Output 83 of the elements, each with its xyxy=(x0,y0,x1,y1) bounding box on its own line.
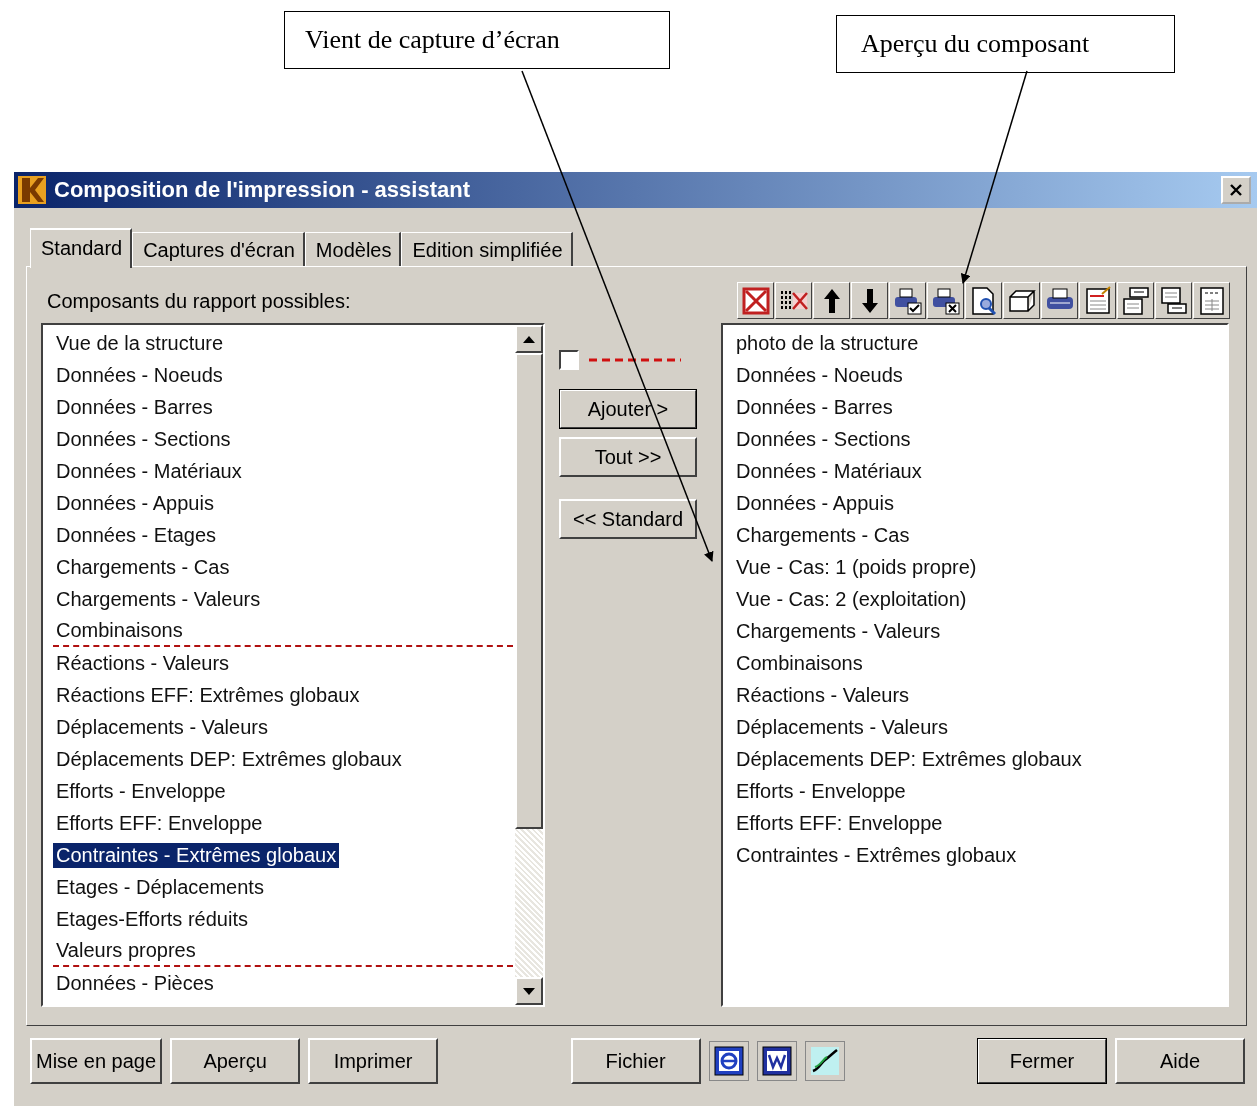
list-item[interactable]: Etages - Déplacements xyxy=(53,871,515,903)
list-item[interactable]: Données - Sections xyxy=(53,423,515,455)
scrollbar[interactable] xyxy=(515,325,543,1005)
list-item[interactable]: Déplacements - Valeurs xyxy=(53,711,515,743)
browser-icon xyxy=(712,1045,745,1077)
list-item[interactable]: Vue - Cas: 1 (poids propre) xyxy=(733,551,1227,583)
toolbar-button[interactable] xyxy=(1193,282,1230,319)
list-item[interactable]: Chargements - Cas xyxy=(53,551,515,583)
action-button[interactable]: Tout >> xyxy=(559,437,697,477)
scroll-down-button[interactable] xyxy=(515,977,543,1005)
up-triangle-icon xyxy=(523,335,535,343)
list-item[interactable]: Déplacements DEP: Extrêmes globaux xyxy=(53,743,515,775)
scroll-up-button[interactable] xyxy=(515,325,543,353)
document-icon xyxy=(760,1045,793,1077)
toolbar-button[interactable] xyxy=(1155,282,1192,319)
list-item[interactable]: Efforts EFF: Enveloppe xyxy=(53,807,515,839)
list-item[interactable]: Données - Sections xyxy=(733,423,1227,455)
list-item[interactable]: Réactions - Valeurs xyxy=(733,679,1227,711)
action-button[interactable]: Fichier xyxy=(570,1038,701,1084)
tab[interactable]: Captures d'écran xyxy=(132,232,305,266)
list-item[interactable]: photo de la structure xyxy=(733,327,1227,359)
toolbar-button[interactable] xyxy=(1003,282,1040,319)
list-label: Composants du rapport possibles: xyxy=(47,290,351,313)
list-item[interactable]: Chargements - Valeurs xyxy=(733,615,1227,647)
list-item[interactable]: Données - Etages xyxy=(53,519,515,551)
toolbar-button[interactable] xyxy=(1079,282,1116,319)
toolbar-button[interactable] xyxy=(1041,282,1078,319)
list-item[interactable]: Vue - Cas: 2 (exploitation) xyxy=(733,583,1227,615)
icon-button[interactable] xyxy=(708,1041,749,1081)
list-item[interactable]: Déplacements DEP: Extrêmes globaux xyxy=(733,743,1227,775)
list-item[interactable]: Etages-Efforts réduits xyxy=(53,903,515,935)
list-item[interactable]: Combinaisons xyxy=(53,615,513,647)
list-item[interactable]: Données - Appuis xyxy=(733,487,1227,519)
action-button[interactable]: Fermer xyxy=(977,1038,1107,1084)
list-item[interactable]: Réactions EFF: Extrêmes globaux xyxy=(53,679,515,711)
toolbar-button[interactable] xyxy=(1117,282,1154,319)
list-item[interactable]: Vue de la structure xyxy=(53,327,515,359)
action-button[interactable]: Imprimer xyxy=(308,1038,439,1084)
toolbar-button[interactable] xyxy=(775,282,812,319)
toolbar-button[interactable] xyxy=(965,282,1002,319)
tab[interactable]: Standard xyxy=(30,228,133,268)
toolbar-button[interactable] xyxy=(737,282,774,319)
action-button[interactable]: Aide xyxy=(1115,1038,1245,1084)
list-item[interactable]: Chargements - Valeurs xyxy=(53,583,515,615)
list-item[interactable]: Contraintes - Extrêmes globaux xyxy=(733,839,1227,871)
list-item[interactable]: Données - Barres xyxy=(53,391,515,423)
list-item[interactable]: Données - Noeuds xyxy=(53,359,515,391)
action-button[interactable]: Aperçu xyxy=(170,1038,301,1084)
list-item[interactable]: Efforts - Enveloppe xyxy=(53,775,515,807)
action-button[interactable]: << Standard xyxy=(559,499,697,539)
list-item[interactable]: Efforts - Enveloppe xyxy=(733,775,1227,807)
list-item[interactable]: Données - Pièces xyxy=(53,967,515,999)
list-item[interactable]: Combinaisons xyxy=(733,647,1227,679)
action-button[interactable]: Ajouter > xyxy=(559,389,697,429)
list-item[interactable]: Données - Noeuds xyxy=(733,359,1227,391)
list-item[interactable]: Valeurs propres xyxy=(53,935,513,967)
icon-button[interactable] xyxy=(756,1041,797,1081)
action-button[interactable]: Mise en page xyxy=(30,1038,163,1084)
toolbar-button[interactable] xyxy=(813,282,850,319)
list-item[interactable]: Données - Matériaux xyxy=(53,455,515,487)
tab[interactable]: Edition simplifiée xyxy=(401,232,573,266)
toolbar-button[interactable] xyxy=(889,282,926,319)
window-title: Composition de l'impression - assistant xyxy=(54,177,470,203)
list-item[interactable]: Données - Barres xyxy=(733,391,1227,423)
list-item[interactable]: Efforts EFF: Enveloppe xyxy=(733,807,1227,839)
list-item[interactable]: Déplacements - Valeurs xyxy=(733,711,1227,743)
list-item[interactable]: Données - Appuis xyxy=(53,487,515,519)
close-button[interactable] xyxy=(1221,176,1251,204)
toolbar-button[interactable] xyxy=(851,282,888,319)
app-logo-icon xyxy=(18,176,46,204)
toolbar-button[interactable] xyxy=(927,282,964,319)
down-triangle-icon xyxy=(523,987,535,995)
scroll-thumb[interactable] xyxy=(515,353,543,829)
close-icon xyxy=(1229,183,1243,197)
list-item[interactable]: Chargements - Cas xyxy=(733,519,1227,551)
icon-button[interactable] xyxy=(804,1041,845,1081)
callout-box: Aperçu du composant xyxy=(836,15,1175,73)
separator-checkbox[interactable] xyxy=(559,350,579,370)
list-item[interactable]: Données - Matériaux xyxy=(733,455,1227,487)
tab[interactable]: Modèles xyxy=(304,232,402,266)
list-item[interactable]: Réactions - Valeurs xyxy=(53,647,515,679)
dashed-line-icon xyxy=(589,358,681,362)
callout-box: Vient de capture d’écran xyxy=(284,11,670,69)
